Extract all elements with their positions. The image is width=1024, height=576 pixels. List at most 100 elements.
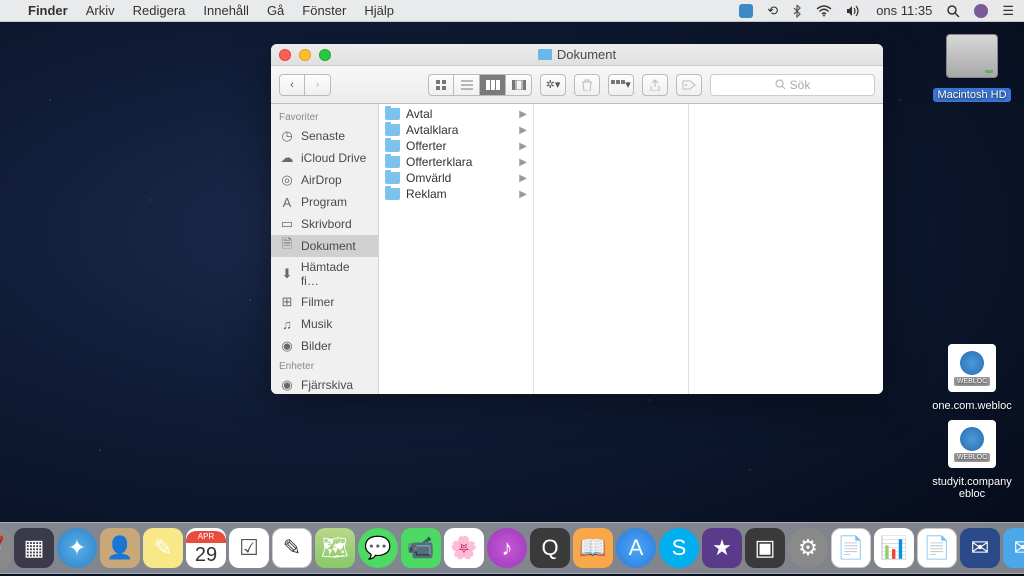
spotlight-icon[interactable]	[946, 4, 960, 18]
delete-button[interactable]	[574, 74, 600, 96]
dock-photos[interactable]: 🌸	[444, 528, 484, 568]
folder-offerterklara[interactable]: Offerterklara▶	[379, 154, 533, 170]
search-input[interactable]: Sök	[710, 74, 875, 96]
chevron-right-icon: ▶	[519, 157, 527, 168]
dock-mission-control[interactable]: ▦	[14, 528, 54, 568]
toolbar: ‹ › ✲▾ ▾ Sök	[271, 66, 883, 104]
dock-mail[interactable]: ✉	[1003, 528, 1024, 568]
dock-reminders[interactable]: ☑	[229, 528, 269, 568]
folder-omvarld[interactable]: Omvärld▶	[379, 170, 533, 186]
folder-icon	[385, 108, 400, 120]
user-icon[interactable]	[974, 4, 988, 18]
folder-reklam[interactable]: Reklam▶	[379, 186, 533, 202]
group-button[interactable]: ▾	[608, 74, 634, 96]
clock[interactable]: ons 11:35	[876, 3, 932, 18]
macintosh-hd-icon[interactable]: Macintosh HD	[932, 28, 1012, 102]
folder-offerter[interactable]: Offerter▶	[379, 138, 533, 154]
sidebar-section-favorites: Favoriter	[271, 108, 378, 125]
remote-disc-icon: ◉	[279, 377, 295, 393]
share-button[interactable]	[642, 74, 668, 96]
dock-system-preferences[interactable]: ⚙	[788, 528, 828, 568]
view-gallery-button[interactable]	[506, 74, 532, 96]
webloc-studyit[interactable]: WEBLOC studyit.company ebloc	[932, 416, 1012, 500]
finder-window: Dokument ‹ › ✲▾ ▾ Sök Favoriter ◷Senaste…	[271, 44, 883, 394]
close-button[interactable]	[279, 49, 291, 61]
window-titlebar[interactable]: Dokument	[271, 44, 883, 66]
folder-avtal[interactable]: Avtal▶	[379, 106, 533, 122]
dock-quicktime[interactable]: Q	[530, 528, 570, 568]
back-button[interactable]: ‹	[279, 74, 305, 96]
menubar: Finder Arkiv Redigera Innehåll Gå Fönste…	[0, 0, 1024, 22]
forward-button[interactable]: ›	[305, 74, 331, 96]
dock-itunes[interactable]: ♪	[487, 528, 527, 568]
sidebar-item-bilder[interactable]: ◉Bilder	[271, 335, 378, 357]
view-icon-button[interactable]	[428, 74, 454, 96]
bluetooth-icon[interactable]	[792, 4, 802, 18]
menu-ga[interactable]: Gå	[267, 3, 284, 18]
volume-icon[interactable]	[846, 5, 862, 17]
sidebar-item-skrivbord[interactable]: ▭Skrivbord	[271, 213, 378, 235]
dock-imovie[interactable]: ★	[702, 528, 742, 568]
desktop-icon-label: Macintosh HD	[933, 88, 1010, 102]
dock-calendar[interactable]: APR29	[186, 528, 226, 568]
view-column-button[interactable]	[480, 74, 506, 96]
dock-facetime[interactable]: 📹	[401, 528, 441, 568]
menu-fonster[interactable]: Fönster	[302, 3, 346, 18]
wifi-icon[interactable]	[816, 5, 832, 17]
folder-icon	[385, 172, 400, 184]
zoom-button[interactable]	[319, 49, 331, 61]
tags-button[interactable]	[676, 74, 702, 96]
pictures-icon: ◉	[279, 338, 295, 354]
folder-avtalklara[interactable]: Avtalklara▶	[379, 122, 533, 138]
window-title: Dokument	[557, 47, 616, 62]
sidebar-item-senaste[interactable]: ◷Senaste	[271, 125, 378, 147]
dock-appstore[interactable]: A	[616, 528, 656, 568]
webloc-one-com[interactable]: WEBLOC one.com.webloc	[932, 340, 1012, 412]
sidebar-section-devices: Enheter	[271, 357, 378, 374]
dock-notes[interactable]: ✎	[143, 528, 183, 568]
dock-safari[interactable]: ✦	[57, 528, 97, 568]
dock-messages[interactable]: 💬	[358, 528, 398, 568]
sidebar-item-icloud[interactable]: ☁iCloud Drive	[271, 147, 378, 169]
minimize-button[interactable]	[299, 49, 311, 61]
dock-final-cut[interactable]: ▣	[745, 528, 785, 568]
sidebar-item-musik[interactable]: ♫Musik	[271, 313, 378, 335]
menu-arkiv[interactable]: Arkiv	[86, 3, 115, 18]
view-list-button[interactable]	[454, 74, 480, 96]
app-menu[interactable]: Finder	[28, 3, 68, 18]
folder-icon	[385, 188, 400, 200]
sidebar-item-airdrop[interactable]: ◎AirDrop	[271, 169, 378, 191]
dock-launchpad[interactable]: 🚀	[0, 528, 11, 568]
sidebar-item-hamtade[interactable]: ⬇Hämtade fi…	[271, 257, 378, 291]
folder-icon	[538, 49, 552, 60]
dock-thunderbird[interactable]: ✉	[960, 528, 1000, 568]
arrange-button[interactable]: ✲▾	[540, 74, 566, 96]
sidebar-item-fjarrskiva[interactable]: ◉Fjärrskiva	[271, 374, 378, 394]
menu-redigera[interactable]: Redigera	[133, 3, 186, 18]
applications-icon: A	[279, 194, 295, 210]
teamviewer-status-icon[interactable]	[739, 4, 753, 18]
dock-pages[interactable]: 📄	[831, 528, 871, 568]
dock-openoffice[interactable]: 📊	[874, 528, 914, 568]
sidebar-item-filmer[interactable]: ⊞Filmer	[271, 291, 378, 313]
dock-contacts[interactable]: 👤	[100, 528, 140, 568]
sidebar-item-program[interactable]: AProgram	[271, 191, 378, 213]
dock-skype[interactable]: S	[659, 528, 699, 568]
notification-center-icon[interactable]: ☰	[1002, 3, 1014, 19]
dock-doc[interactable]: 📄	[917, 528, 957, 568]
movies-icon: ⊞	[279, 294, 295, 310]
menu-innehall[interactable]: Innehåll	[203, 3, 249, 18]
chevron-right-icon: ▶	[519, 173, 527, 184]
search-icon	[775, 79, 786, 90]
desktop-icon: ▭	[279, 216, 295, 232]
dock-maps[interactable]: 🗺	[315, 528, 355, 568]
column-3	[689, 104, 844, 394]
dock-textedit[interactable]: ✎	[272, 528, 312, 568]
cloud-icon: ☁	[279, 150, 295, 166]
timemachine-icon[interactable]: ⟲	[767, 3, 778, 19]
dock-ibooks[interactable]: 📖	[573, 528, 613, 568]
menu-hjalp[interactable]: Hjälp	[364, 3, 394, 18]
airdrop-icon: ◎	[279, 172, 295, 188]
dock: ☺ ◉ 🚀 ▦ ✦ 👤 ✎ APR29 ☑ ✎ 🗺 💬 📹 🌸 ♪ Q 📖 A …	[0, 522, 1024, 574]
sidebar-item-dokument[interactable]: 🗎Dokument	[271, 235, 378, 257]
